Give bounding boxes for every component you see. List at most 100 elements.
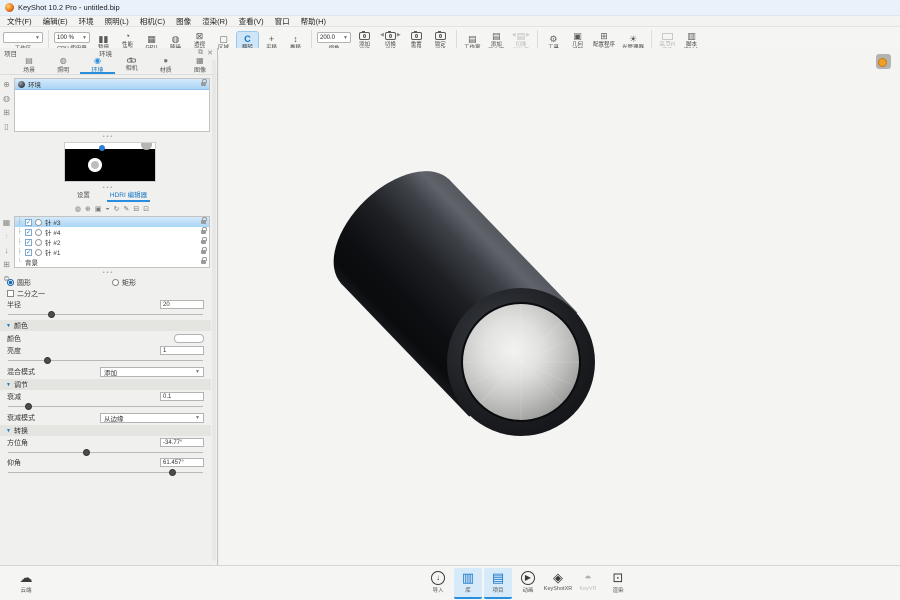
keyvr-button[interactable]: ◓KeyVR bbox=[574, 568, 602, 599]
add-environment-icon[interactable]: ⊕ bbox=[3, 80, 10, 89]
pin-radio[interactable] bbox=[35, 239, 42, 246]
keyshotxr-button[interactable]: ◈KeyShotXR bbox=[544, 568, 572, 599]
duplicate-pin-icon[interactable]: ⊞ bbox=[3, 260, 10, 269]
pin-visibility-checkbox[interactable]: ✓ bbox=[25, 229, 32, 236]
library-button[interactable]: ▥库 bbox=[454, 568, 482, 599]
menu-item[interactable]: 窗口 bbox=[275, 16, 290, 27]
pin-row[interactable]: └背景 bbox=[15, 257, 209, 267]
transform-section-header[interactable]: ▼ 转换 bbox=[0, 425, 211, 436]
pin-row[interactable]: ├✓针 #2 bbox=[15, 237, 209, 247]
import-button[interactable]: ↓导入 bbox=[424, 568, 452, 599]
delete-environment-icon[interactable]: ▯ bbox=[4, 122, 8, 131]
animation-button[interactable]: ▶动画 bbox=[514, 568, 542, 599]
slider-knob[interactable] bbox=[169, 469, 176, 476]
brightness-slider[interactable] bbox=[8, 356, 203, 365]
image-pin-icon[interactable]: ▣ bbox=[95, 205, 102, 213]
next-arrow-icon[interactable]: ▶ bbox=[526, 33, 530, 39]
elevation-slider[interactable] bbox=[8, 468, 203, 477]
hint-badge-icon[interactable] bbox=[876, 54, 891, 69]
selected-pin-handle[interactable] bbox=[99, 145, 105, 151]
slider-knob[interactable] bbox=[48, 311, 55, 318]
editor-tab[interactable]: HDRI 编辑器 bbox=[107, 189, 150, 202]
folder-icon[interactable]: ⊡ bbox=[143, 205, 149, 213]
half-sphere-icon[interactable]: ◒ bbox=[105, 205, 109, 212]
editor-tab[interactable]: 设置 bbox=[74, 189, 93, 202]
tree-branch-icon: ├ bbox=[17, 229, 22, 235]
half-checkbox[interactable]: 二分之一 bbox=[7, 289, 45, 299]
pin-visibility-checkbox[interactable]: ✓ bbox=[25, 239, 32, 246]
edit-icon[interactable]: ✎ bbox=[124, 205, 130, 213]
tree-branch-icon: ├ bbox=[17, 249, 22, 255]
menu-item[interactable]: 图像 bbox=[176, 16, 191, 27]
pin-light-blob[interactable] bbox=[88, 158, 102, 172]
tab-label: 材质 bbox=[160, 65, 172, 74]
shape-circular-radio[interactable]: 圆形 bbox=[7, 278, 112, 288]
tab-environment[interactable]: ◉环境 bbox=[80, 58, 114, 74]
close-icon[interactable]: ✕ bbox=[207, 49, 213, 57]
azimuth-slider[interactable] bbox=[8, 448, 203, 457]
next-arrow-icon[interactable]: ▶ bbox=[397, 33, 401, 39]
radius-slider[interactable] bbox=[8, 310, 203, 319]
pin-row[interactable]: ├✓针 #3 bbox=[15, 217, 209, 227]
menu-item[interactable]: 渲染(R) bbox=[202, 16, 227, 27]
menu-item[interactable]: 帮助(H) bbox=[301, 16, 326, 27]
slider-knob[interactable] bbox=[25, 403, 32, 410]
duplicate-environment-icon[interactable]: ⊞ bbox=[3, 108, 10, 117]
blend-mode-select[interactable]: 添加▼ bbox=[100, 367, 204, 377]
adjust-section-header[interactable]: ▼ 调节 bbox=[0, 379, 211, 390]
combo-value[interactable]: 100 %▼ bbox=[54, 32, 90, 43]
tab-material[interactable]: ●材质 bbox=[149, 58, 183, 74]
render-button[interactable]: ⊡渲染 bbox=[604, 568, 632, 599]
prev-arrow-icon[interactable]: ◀ bbox=[380, 33, 384, 39]
tab-lighting[interactable]: ◍照明 bbox=[46, 58, 80, 74]
collapse-arrow-icon: ▼ bbox=[6, 323, 11, 329]
realtime-viewport[interactable] bbox=[219, 48, 900, 565]
render-icon: ⊡ bbox=[613, 570, 624, 586]
project-button[interactable]: ▤项目 bbox=[484, 568, 512, 599]
cloud-button[interactable]: ☁云端 bbox=[12, 568, 40, 599]
pin-visibility-checkbox[interactable]: ✓ bbox=[25, 219, 32, 226]
tab-camera[interactable]: 相机 bbox=[115, 58, 149, 74]
menu-item[interactable]: 照明(L) bbox=[105, 16, 129, 27]
pin-radio[interactable] bbox=[35, 219, 42, 226]
environment-sphere-icon[interactable]: ◍ bbox=[3, 94, 10, 103]
splitter-handle[interactable]: ••• bbox=[0, 270, 217, 276]
menu-item[interactable]: 环境 bbox=[79, 16, 94, 27]
panel-scrollbar[interactable] bbox=[212, 60, 216, 561]
menu-item[interactable]: 文件(F) bbox=[7, 16, 32, 27]
color-section-header[interactable]: ▼ 颜色 bbox=[0, 320, 211, 331]
brightness-input[interactable]: 1 bbox=[160, 346, 204, 355]
add-pin-icon[interactable]: ⊕ bbox=[85, 205, 91, 213]
falloff-slider[interactable] bbox=[8, 402, 203, 411]
shape-rectangular-radio[interactable]: 矩形 bbox=[112, 278, 136, 288]
tab-scene[interactable]: ▤场景 bbox=[12, 58, 46, 74]
pin-radio[interactable] bbox=[35, 249, 42, 256]
hdri-preview[interactable] bbox=[64, 142, 156, 182]
combo-value[interactable]: 200.0▼ bbox=[317, 32, 351, 43]
pin-row[interactable]: ├✓针 #4 bbox=[15, 227, 209, 237]
menu-item[interactable]: 编辑(E) bbox=[43, 16, 68, 27]
splitter-handle[interactable]: ••• bbox=[0, 134, 217, 140]
move-down-icon[interactable]: ↓ bbox=[5, 246, 9, 255]
delete-pin-icon[interactable]: ▦ bbox=[3, 218, 11, 227]
move-up-icon[interactable]: ↑ bbox=[5, 232, 9, 241]
color-swatch[interactable] bbox=[174, 334, 204, 343]
slider-knob[interactable] bbox=[44, 357, 51, 364]
pin-visibility-checkbox[interactable]: ✓ bbox=[25, 249, 32, 256]
environment-item[interactable]: 环境 bbox=[15, 79, 209, 90]
radius-input[interactable]: 20 bbox=[160, 300, 204, 309]
falloff-mode-select[interactable]: 从边缘▼ bbox=[100, 413, 204, 423]
azimuth-input[interactable]: -34.77° bbox=[160, 438, 204, 447]
pin-row[interactable]: ├✓针 #1 bbox=[15, 247, 209, 257]
rotate-icon[interactable]: ↻ bbox=[114, 205, 120, 213]
pin-radio[interactable] bbox=[35, 229, 42, 236]
save-icon[interactable]: ⊟ bbox=[133, 205, 139, 213]
menu-item[interactable]: 查看(V) bbox=[239, 16, 264, 27]
sun-pin-icon[interactable]: ◍ bbox=[75, 205, 81, 213]
prev-arrow-icon[interactable]: ◀ bbox=[512, 33, 516, 39]
menu-item[interactable]: 相机(C) bbox=[140, 16, 165, 27]
falloff-input[interactable]: 0.1 bbox=[160, 392, 204, 401]
elevation-input[interactable]: 61.457° bbox=[160, 458, 204, 467]
slider-knob[interactable] bbox=[83, 449, 90, 456]
combo-value[interactable]: ▼ bbox=[3, 32, 43, 43]
